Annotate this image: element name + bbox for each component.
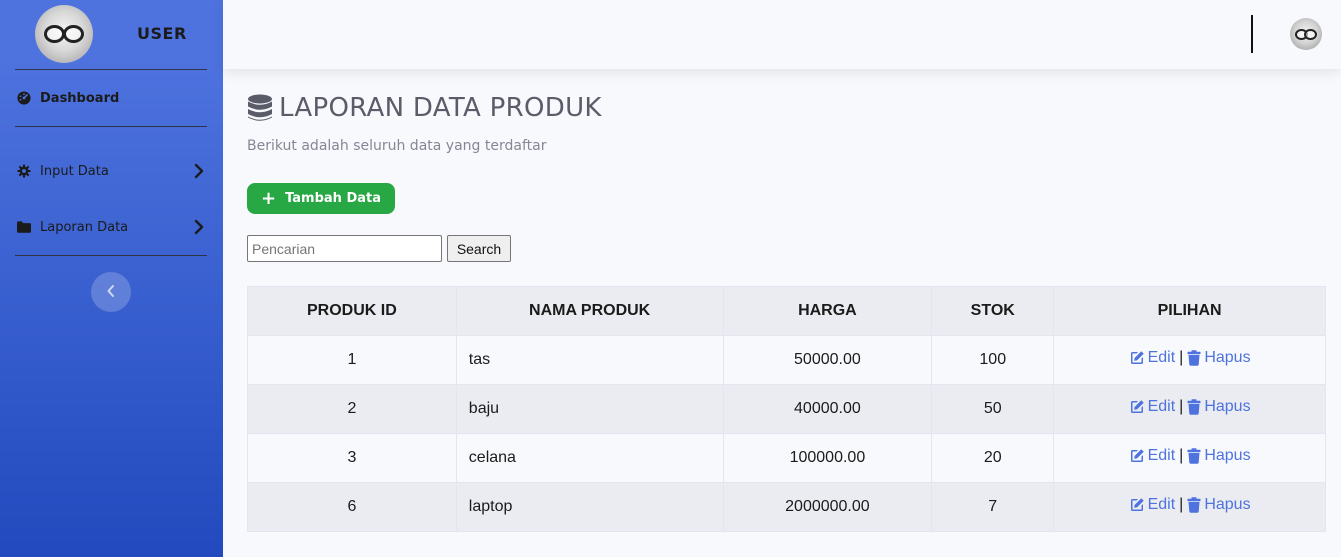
trash-icon [1187,399,1201,415]
tachometer-icon [17,91,31,105]
cell-stock: 20 [931,433,1055,483]
chevron-right-icon [193,219,205,235]
edit-icon [1130,449,1144,462]
edit-link[interactable]: Edit [1129,496,1176,514]
topbar-divider [1251,15,1253,53]
sidebar-item-label: Dashboard [40,90,120,106]
edit-label: Edit [1147,496,1176,513]
delete-label: Hapus [1204,398,1251,415]
cell-price: 2000000.00 [722,482,933,532]
chevron-right-icon [193,163,205,179]
sidebar-divider [15,69,207,70]
cell-name: baju [455,384,724,434]
column-header-actions: PILIHAN [1053,286,1326,336]
page-heading: LAPORAN DATA PRODUK [279,93,602,123]
table-row: 6 laptop 2000000.00 7 Edit | Hapus [247,482,1326,532]
add-data-button[interactable]: + Tambah Data [247,183,395,214]
edit-label: Edit [1147,398,1176,415]
chevron-left-icon [106,283,116,302]
plus-icon: + [260,187,277,209]
column-header-id: PRODUK ID [247,286,457,336]
cell-name: celana [455,433,724,483]
sidebar-item-label: Laporan Data [40,219,129,235]
action-separator: | [1179,496,1184,513]
cell-price: 40000.00 [722,384,933,434]
table-row: 3 celana 100000.00 20 Edit | Hapus [247,433,1326,483]
edit-label: Edit [1147,349,1176,366]
sidebar-item-input-data[interactable]: Input Data [0,151,223,191]
cell-actions: Edit | Hapus [1053,433,1326,483]
folder-icon [17,220,31,234]
cell-price: 100000.00 [722,433,933,483]
page-title: LAPORAN DATA PRODUK [247,92,602,124]
sidebar-item-label: Input Data [40,163,109,179]
user-avatar[interactable] [1290,18,1322,50]
cell-id: 2 [247,384,457,434]
delete-link[interactable]: Hapus [1187,398,1251,416]
cell-id: 1 [247,335,457,385]
column-header-name: NAMA PRODUK [455,286,724,336]
brand-text: USER [137,24,187,43]
cell-id: 6 [247,482,457,532]
edit-icon [1130,400,1144,413]
cell-name: tas [455,335,724,385]
edit-icon [1130,351,1144,364]
sidebar-toggle-button[interactable] [91,272,131,312]
sidebar-divider [15,126,207,127]
search-button[interactable]: Search [447,235,511,262]
edit-label: Edit [1147,447,1176,464]
cell-stock: 7 [931,482,1055,532]
table-header-row: PRODUK ID NAMA PRODUK HARGA STOK PILIHAN [247,286,1326,336]
cell-stock: 50 [931,384,1055,434]
table-row: 2 baju 40000.00 50 Edit | Hapus [247,384,1326,434]
sidebar-brand[interactable]: USER [0,0,223,69]
sidebar-divider [15,255,207,256]
sidebar-item-laporan-data[interactable]: Laporan Data [0,207,223,247]
table-row: 1 tas 50000.00 100 Edit | Hapus [247,335,1326,385]
trash-icon [1187,350,1201,366]
topbar [223,0,1341,69]
column-header-price: HARGA [722,286,933,336]
cell-actions: Edit | Hapus [1053,384,1326,434]
cell-actions: Edit | Hapus [1053,482,1326,532]
delete-label: Hapus [1204,447,1251,464]
database-icon [247,94,273,122]
delete-label: Hapus [1204,496,1251,513]
edit-link[interactable]: Edit [1129,349,1176,367]
add-data-label: Tambah Data [285,191,381,206]
edit-link[interactable]: Edit [1129,447,1176,465]
product-table: PRODUK ID NAMA PRODUK HARGA STOK PILIHAN… [247,286,1326,532]
action-separator: | [1179,447,1184,464]
cell-name: laptop [455,482,724,532]
edit-link[interactable]: Edit [1129,398,1176,416]
delete-label: Hapus [1204,349,1251,366]
delete-link[interactable]: Hapus [1187,349,1251,367]
sidebar: USER Dashboard Input Data Laporan Data [0,0,223,557]
edit-icon [1130,498,1144,511]
trash-icon [1187,497,1201,513]
search-input[interactable] [247,235,442,262]
trash-icon [1187,448,1201,464]
action-separator: | [1179,349,1184,366]
sidebar-item-dashboard[interactable]: Dashboard [0,78,223,118]
page-subtitle: Berikut adalah seluruh data yang terdaft… [247,138,547,154]
cell-actions: Edit | Hapus [1053,335,1326,385]
delete-link[interactable]: Hapus [1187,447,1251,465]
action-separator: | [1179,398,1184,415]
cell-price: 50000.00 [722,335,933,385]
cell-stock: 100 [931,335,1055,385]
delete-link[interactable]: Hapus [1187,496,1251,514]
cell-id: 3 [247,433,457,483]
column-header-stock: STOK [931,286,1055,336]
gear-icon [17,164,31,178]
brand-avatar [35,5,93,63]
